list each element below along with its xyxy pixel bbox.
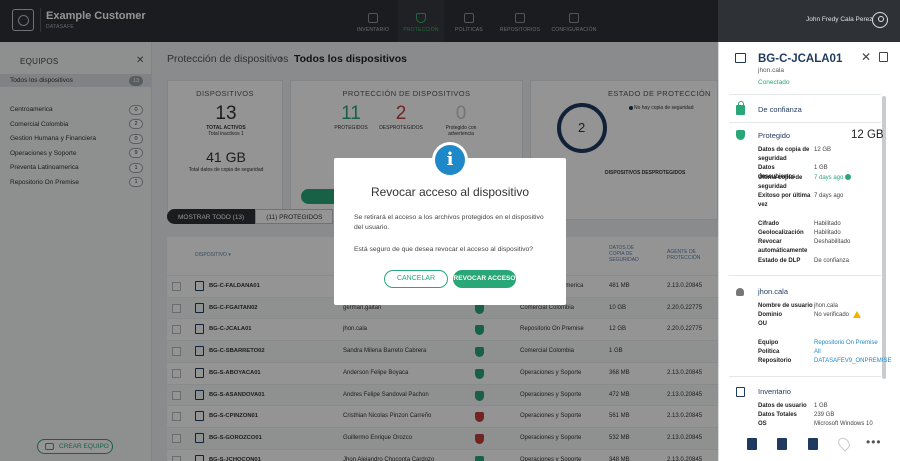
detail-value: Microsoft Windows 10	[814, 421, 873, 427]
document-icon[interactable]	[808, 438, 818, 450]
detail-value: Deshabilitado	[814, 239, 851, 245]
location-pin-icon[interactable]	[835, 435, 853, 452]
lock-icon	[736, 101, 745, 115]
detail-value: Habilitado	[814, 221, 841, 227]
detail-label: Dominio OU	[758, 312, 782, 327]
detail-label: OS	[758, 421, 767, 427]
connection-status: Conectado	[758, 79, 790, 86]
divider	[729, 376, 881, 377]
detail-value: 7 days ago	[814, 193, 844, 199]
detail-label: Cifrado	[758, 221, 779, 227]
detail-label: Política	[758, 349, 780, 355]
dialog-question: Está seguro de que desea revocar el acce…	[354, 246, 534, 253]
detail-value: De confianza	[814, 258, 850, 264]
inventory-icon	[736, 387, 745, 397]
divider	[729, 94, 881, 95]
info-badge: i	[432, 142, 468, 178]
user-avatar-icon[interactable]	[872, 12, 888, 28]
expand-icon[interactable]	[879, 52, 888, 62]
revoke-access-dialog: Revocar acceso al dispositivo Se retirar…	[334, 158, 566, 305]
detail-value: No verificado	[814, 312, 850, 319]
device-user: jhon.cala	[758, 67, 785, 74]
inventory-title: Inventario	[758, 387, 791, 396]
detail-label: Revocar automáticamente	[758, 239, 808, 254]
divider	[729, 122, 881, 123]
dialog-message: Se retirará el acceso a los archivos pro…	[354, 214, 544, 231]
user-icon	[736, 288, 744, 296]
shield-check-icon	[736, 130, 745, 140]
detail-label: Estado de DLP	[758, 258, 801, 264]
restore-icon[interactable]	[777, 438, 787, 450]
detail-value: jhon.cala	[814, 303, 839, 309]
panel-action-bar: OS Microsoft Windows 10 •••	[719, 421, 900, 461]
detail-value: 7 days ago	[814, 175, 844, 181]
computer-icon	[735, 53, 746, 63]
detail-value: 1 GB	[814, 403, 828, 409]
last-backup-value: 7 days ago	[814, 174, 852, 183]
download-report-icon[interactable]	[747, 438, 757, 450]
detail-value: 239 GB	[814, 412, 835, 418]
detail-label: Datos de copia de seguridad	[758, 147, 810, 162]
detail-value: Habilitado	[814, 230, 841, 236]
info-icon: i	[435, 145, 465, 175]
detail-value: 12 GB	[814, 147, 832, 153]
detail-label: Datos de usuario	[758, 403, 807, 409]
detail-label: Exitoso por última vez	[758, 193, 811, 208]
detail-label: Repositorio	[758, 358, 792, 364]
protected-title: Protegido	[758, 131, 791, 140]
detail-label: Equipo	[758, 340, 779, 346]
domain-value: No verificado	[814, 311, 862, 320]
user-section-title: jhon.cala	[758, 287, 789, 296]
device-detail-panel: BG-C-JCALA01 ✕ jhon.cala Conectado De co…	[718, 42, 900, 461]
warning-icon	[853, 311, 862, 318]
user-name[interactable]: John Fredy Cala Perez	[806, 16, 872, 23]
team-link[interactable]: Repositorio On Premise	[814, 339, 878, 348]
divider	[729, 275, 881, 276]
detail-label: Datos Totales	[758, 412, 797, 418]
more-options-icon[interactable]: •••	[866, 435, 882, 449]
revoke-access-button[interactable]: REVOCAR ACCESO	[453, 270, 516, 288]
dialog-title: Revocar acceso al dispositivo	[370, 185, 530, 199]
cancel-button[interactable]: CANCELAR	[384, 270, 448, 288]
device-name: BG-C-JCALA01	[758, 53, 843, 65]
policy-link[interactable]: All	[814, 348, 821, 357]
detail-label: Nombre de usuario	[758, 303, 813, 309]
close-icon[interactable]: ✕	[861, 50, 871, 64]
detail-label: Última copia de seguridad	[758, 175, 803, 190]
repository-link[interactable]: DATASAFEV9_ONPREMISE	[814, 357, 891, 366]
protected-size: 12 GB	[851, 129, 884, 141]
detail-label: Geolocalización	[758, 230, 804, 236]
detail-value: 1 GB	[814, 165, 828, 171]
check-circle-icon	[845, 174, 852, 181]
trust-status: De confianza	[758, 105, 802, 114]
